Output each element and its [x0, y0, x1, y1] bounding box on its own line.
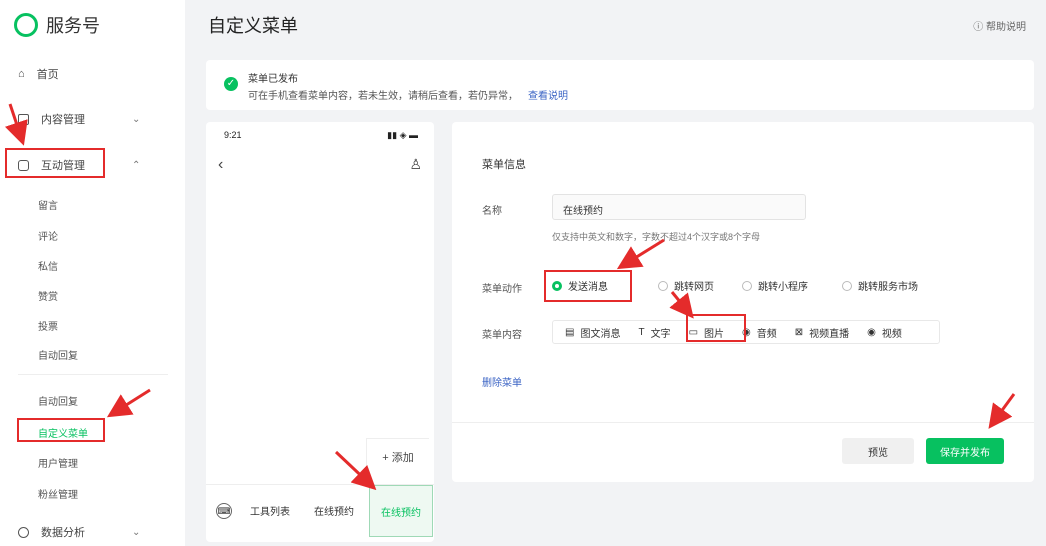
- content-type-tabs: ▤ 图文消息 T 文字 ▭ 图片 ◉ 音频 ⊠ 视频直播 ◉ 视频: [552, 320, 940, 344]
- logo-icon: [14, 13, 38, 37]
- radio-icon: [658, 280, 668, 291]
- section-title: 菜单信息: [482, 159, 526, 171]
- sidebar-sub-item[interactable]: 用户管理: [38, 455, 78, 470]
- sidebar-sub-item[interactable]: 自动回复: [38, 347, 78, 362]
- sidebar-item-label: 首页: [36, 69, 59, 81]
- text-icon: T: [638, 326, 645, 338]
- sidebar-sub-item[interactable]: 赞赏: [38, 288, 58, 303]
- notice-desc: 可在手机查看菜单内容，若未生效，请稍后查看，若仍异常， 查看说明: [248, 87, 568, 102]
- action-label: 菜单动作: [482, 284, 522, 295]
- delete-menu-link[interactable]: 删除菜单: [482, 374, 522, 389]
- content-type-video[interactable]: 视频: [882, 325, 902, 340]
- content-type-audio[interactable]: 音频: [757, 325, 777, 340]
- back-icon[interactable]: ‹: [218, 156, 223, 174]
- menu-editor: 菜单信息 名称 在线预约 仅支持中英文和数字，字数不超过4个汉字或8个字母 菜单…: [452, 122, 1034, 482]
- phone-menu-tab-selected[interactable]: 在线预约: [369, 485, 433, 537]
- sidebar-sub-item[interactable]: 粉丝管理: [38, 486, 78, 501]
- radio-open-miniprogram[interactable]: 跳转小程序: [742, 278, 808, 293]
- name-label: 名称: [482, 206, 502, 217]
- status-time: 9:21: [224, 130, 242, 140]
- highlight-box: [5, 148, 105, 178]
- notice-desc-text: 可在手机查看菜单内容，若未生效，请稍后查看，若仍异常，: [248, 91, 518, 102]
- radio-icon: [842, 280, 852, 291]
- highlight-box: [686, 314, 746, 342]
- highlight-box: [17, 418, 105, 442]
- menu-name-input[interactable]: 在线预约: [552, 194, 806, 220]
- content-type-text[interactable]: 文字: [651, 325, 671, 340]
- sidebar-item-analytics[interactable]: 数据分析 ⌄: [18, 524, 140, 540]
- preview-button[interactable]: 预览: [842, 438, 914, 464]
- sidebar-item-home[interactable]: ⌂ 首页: [18, 66, 59, 82]
- name-hint: 仅支持中英文和数字，字数不超过4个汉字或8个字母: [552, 232, 761, 242]
- radio-open-web[interactable]: 跳转网页: [658, 278, 714, 293]
- add-menu-button[interactable]: + 添加: [366, 438, 429, 475]
- page-title: 自定义菜单: [208, 16, 298, 36]
- content-type-article[interactable]: 图文消息: [580, 325, 620, 340]
- phone-menu-tab[interactable]: 工具列表: [250, 503, 290, 518]
- radio-label: 跳转服务市场: [858, 282, 918, 293]
- sidebar-item-content[interactable]: 内容管理 ⌄: [18, 111, 140, 127]
- sidebar-item-label: 数据分析: [41, 527, 85, 539]
- keyboard-icon[interactable]: ⌨: [216, 503, 232, 519]
- check-icon: ✓: [224, 77, 238, 91]
- video-icon: ◉: [867, 326, 876, 338]
- content-type-live[interactable]: 视频直播: [809, 325, 849, 340]
- content-label: 菜单内容: [482, 330, 522, 341]
- phone-menu-bar: ⌨ 工具列表 在线预约 在线预约: [206, 484, 434, 537]
- notice-banner: ✓ 菜单已发布 可在手机查看菜单内容，若未生效，请稍后查看，若仍异常， 查看说明: [206, 60, 1034, 110]
- sidebar-sub-item[interactable]: 自动回复: [38, 393, 78, 408]
- editor-divider: [452, 422, 1034, 423]
- sidebar-sub-item[interactable]: 评论: [38, 228, 58, 243]
- home-icon: ⌂: [18, 68, 25, 80]
- info-icon: ⓘ: [973, 22, 986, 33]
- radio-icon: [742, 280, 752, 291]
- sidebar-item-label: 内容管理: [41, 114, 85, 126]
- help-link[interactable]: ⓘ 帮助说明: [973, 18, 1026, 33]
- app-name: 服务号: [46, 16, 100, 36]
- status-icons: ▮▮ ◈ ▬: [387, 130, 418, 140]
- notice-title: 菜单已发布: [248, 74, 298, 85]
- sidebar-sub-item[interactable]: 私信: [38, 258, 58, 273]
- phone-preview: 9:21 ▮▮ ◈ ▬ ‹ ♙ + 添加 ⌨ 工具列表 在线预约 在线预约: [206, 122, 434, 542]
- sidebar-sub-item[interactable]: 投票: [38, 318, 58, 333]
- save-publish-button[interactable]: 保存并发布: [926, 438, 1004, 464]
- notice-link[interactable]: 查看说明: [528, 91, 568, 102]
- sidebar: 服务号 ⌂ 首页 内容管理 ⌄ 互动管理 ⌃ 留言 评论 私信 赞赏 投票 自动…: [0, 0, 185, 546]
- radio-label: 跳转小程序: [758, 282, 808, 293]
- document-icon: [18, 113, 29, 125]
- user-icon[interactable]: ♙: [409, 156, 422, 173]
- radio-label: 跳转网页: [674, 282, 714, 293]
- sidebar-divider: [18, 374, 168, 375]
- highlight-box: [544, 270, 632, 302]
- app-logo[interactable]: 服务号: [14, 12, 100, 38]
- clock-icon: [18, 526, 29, 538]
- sidebar-sub-item[interactable]: 留言: [38, 197, 58, 212]
- chevron-down-icon: ⌄: [132, 113, 141, 125]
- phone-menu-tab[interactable]: 在线预约: [314, 503, 354, 518]
- chevron-down-icon: ⌄: [132, 526, 141, 538]
- live-icon: ⊠: [794, 326, 804, 338]
- radio-open-service-market[interactable]: 跳转服务市场: [842, 278, 918, 293]
- article-icon: ▤: [565, 326, 575, 338]
- help-link-label: 帮助说明: [986, 22, 1026, 33]
- chevron-up-icon: ⌃: [132, 159, 141, 171]
